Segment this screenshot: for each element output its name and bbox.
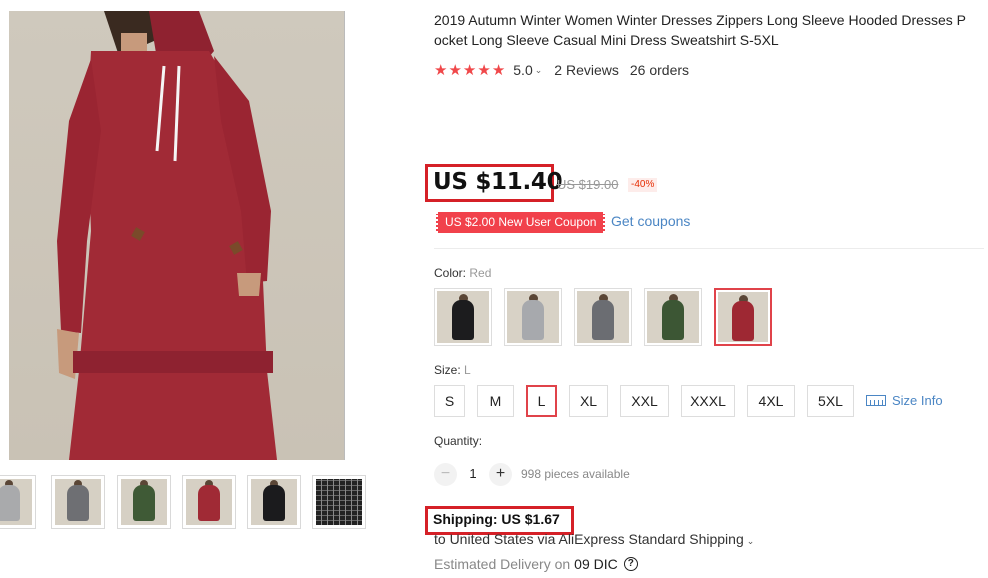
current-price: US $11.40 <box>433 169 563 195</box>
new-user-coupon-badge[interactable]: US $2.00 New User Coupon <box>436 212 606 233</box>
size-option-4xl[interactable]: 4XL <box>747 385 795 417</box>
selected-size: L <box>464 363 471 377</box>
color-option-gray[interactable] <box>574 288 632 346</box>
reviews-link[interactable]: 2 Reviews <box>554 62 619 78</box>
size-option-xxxl[interactable]: XXXL <box>681 385 735 417</box>
star-icon: ★ <box>434 61 448 79</box>
size-option-m[interactable]: M <box>477 385 514 417</box>
orders-count: 26 orders <box>629 62 690 78</box>
color-option-green[interactable] <box>644 288 702 346</box>
product-title: 2019 Autumn Winter Women Winter Dresses … <box>434 12 966 48</box>
shipping-destination[interactable]: to United States via AliExpress Standard… <box>434 531 754 547</box>
rating-row: ★ ★ ★ ★ ★ 5.0 ⌄ 2 Reviews 26 orders <box>434 60 689 80</box>
size-option-s[interactable]: S <box>434 385 465 417</box>
star-rating: ★ ★ ★ ★ ★ <box>434 63 505 78</box>
quantity-increase-button[interactable]: + <box>489 463 512 486</box>
chevron-down-icon[interactable]: ⌄ <box>535 65 543 76</box>
star-icon: ★ <box>477 61 491 79</box>
star-icon: ★ <box>462 61 477 79</box>
quantity-decrease-button[interactable]: − <box>434 463 457 486</box>
size-option-l[interactable]: L <box>526 385 557 417</box>
color-option-red[interactable] <box>714 288 772 346</box>
quantity-label: Quantity: <box>434 434 483 448</box>
model-wearing-dress-image <box>57 11 277 460</box>
divider <box>434 248 984 249</box>
shipping-cost: Shipping: US $1.67 <box>433 511 560 527</box>
delivery-date: 09 DIC <box>574 556 618 572</box>
pieces-available: 998 pieces available <box>521 467 630 481</box>
color-option-black[interactable] <box>434 288 492 346</box>
main-product-image[interactable] <box>9 11 345 460</box>
selected-color: Red <box>469 266 492 280</box>
size-label: Size: L <box>434 363 471 377</box>
thumbnail-red[interactable] <box>182 475 236 529</box>
quantity-value[interactable]: 1 <box>467 466 479 481</box>
thumbnail-green[interactable] <box>117 475 171 529</box>
thumbnail-gray[interactable] <box>51 475 105 529</box>
size-option-xl[interactable]: XL <box>569 385 608 417</box>
color-option-light-gray[interactable] <box>504 288 562 346</box>
chevron-down-icon: ⌄ <box>746 536 755 546</box>
color-label-text: Color: <box>434 266 467 280</box>
shipping-destination-text: to United States via AliExpress Standard… <box>434 531 744 547</box>
size-option-xxl[interactable]: XXL <box>620 385 669 417</box>
thumbnail-black[interactable] <box>247 475 301 529</box>
size-option-5xl[interactable]: 5XL <box>807 385 854 417</box>
ruler-icon <box>866 395 886 406</box>
original-price: US $19.00 <box>557 177 619 192</box>
discount-badge: -40% <box>628 178 658 192</box>
thumbnail-size-chart[interactable] <box>312 475 366 529</box>
help-icon[interactable]: ? <box>623 557 638 571</box>
thumbnail-light-gray[interactable] <box>0 475 36 529</box>
size-info-text: Size Info <box>892 393 943 408</box>
color-label: Color: Red <box>434 266 491 280</box>
delivery-prefix: Estimated Delivery on <box>434 556 571 572</box>
rating-value[interactable]: 5.0 <box>513 62 532 78</box>
estimated-delivery: Estimated Delivery on 09 DIC ? <box>434 556 638 572</box>
star-icon: ★ <box>448 61 462 79</box>
size-label-text: Size: <box>434 363 461 377</box>
get-coupons-link[interactable]: Get coupons <box>611 213 690 229</box>
star-icon: ★ <box>491 61 506 79</box>
size-info-link[interactable]: Size Info <box>866 393 943 408</box>
